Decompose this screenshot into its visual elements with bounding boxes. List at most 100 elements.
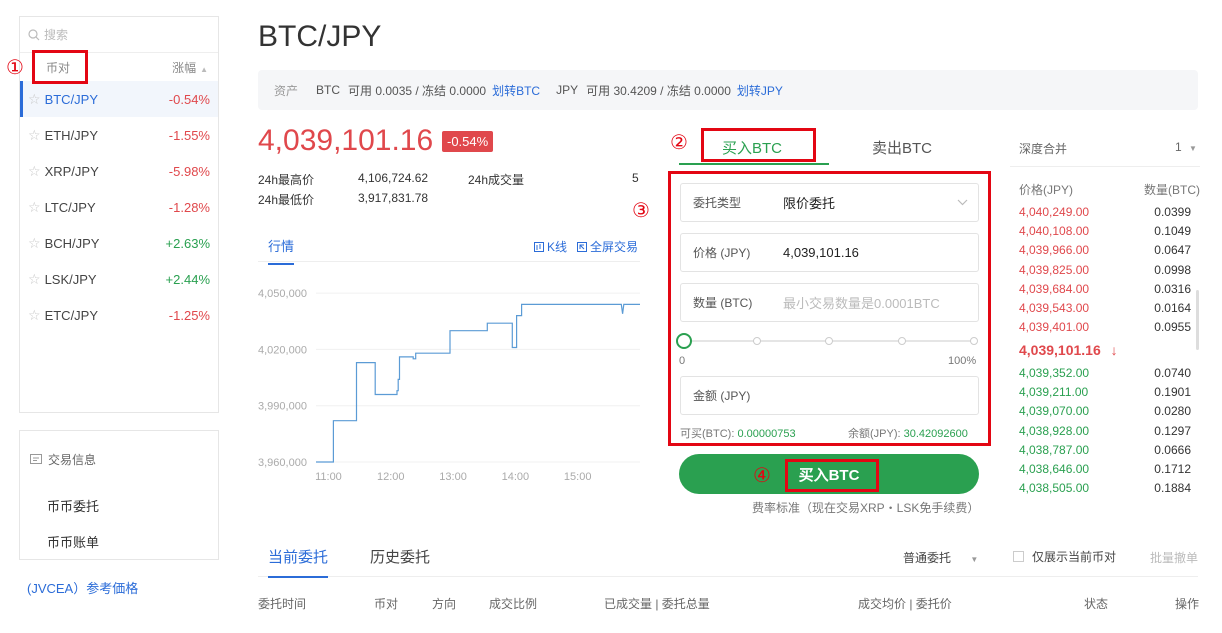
market-row[interactable]: ☆ XRP/JPY -5.98% (20, 153, 218, 189)
btc-code: BTC (316, 83, 341, 97)
change-badge: -0.54% (442, 131, 494, 152)
depth-merge-label: 深度合并 (1019, 142, 1068, 156)
bid-row[interactable]: 4,038,646.00 0.1712 (1019, 462, 1191, 476)
star-icon[interactable]: ☆ (28, 91, 41, 108)
info-item-spot-orders[interactable]: 币币委托 (20, 487, 218, 523)
tab-sell-btc[interactable]: 卖出BTC (872, 137, 932, 158)
chart-tab-row: 行情 K线 全屏交易 (258, 232, 640, 265)
high-value: 4,106,724.62 (358, 171, 429, 185)
only-current-pair-toggle[interactable]: 仅展示当前币对 (1013, 548, 1116, 565)
y-tick-label: 4,050,000 (258, 288, 307, 300)
ob-qty: 0.1884 (1154, 481, 1191, 496)
ob-price: 4,040,108.00 (1019, 224, 1090, 239)
market-row[interactable]: ☆ BTC/JPY -0.54% (20, 81, 218, 117)
star-icon[interactable]: ☆ (28, 271, 41, 288)
star-icon[interactable]: ☆ (28, 199, 41, 216)
fee-info-link[interactable]: 费率标准（现在交易XRP・LSK免手续费） (752, 499, 979, 516)
bid-row[interactable]: 4,039,070.00 0.0280 (1019, 404, 1191, 418)
high-label: 24h最高价 (258, 173, 315, 187)
volume-value: 5 (632, 171, 639, 185)
ob-price-header: 价格(JPY) (1019, 183, 1074, 197)
info-item-spot-bills[interactable]: 币币账单 (20, 523, 218, 559)
sort-icon[interactable]: ▲ (200, 65, 208, 74)
batch-cancel-button[interactable]: 批量撤单 (1150, 549, 1198, 566)
kline-link[interactable]: K线 (533, 238, 567, 255)
order-column-header: 币对 (374, 597, 399, 611)
ask-row[interactable]: 4,039,401.00 0.0955 (1019, 320, 1191, 334)
market-pair: BTC/JPY (44, 91, 99, 107)
kline-icon (533, 241, 544, 252)
order-type-filter[interactable]: 普通委托 ▼ (903, 549, 978, 566)
x-tick-label: 14:00 (502, 471, 530, 483)
tab-history-orders[interactable]: 历史委托 (370, 546, 430, 567)
only-current-label: 仅展示当前币对 (1032, 550, 1117, 564)
btc-balance: 可用 0.0035 / 冻结 0.0000 (348, 83, 487, 98)
market-change: +2.63% (165, 235, 210, 251)
order-column-header: 成交比例 (489, 597, 538, 611)
ob-qty: 0.0666 (1154, 442, 1191, 457)
market-row[interactable]: ☆ ETH/JPY -1.55% (20, 117, 218, 153)
market-search[interactable]: 搜索 (20, 17, 218, 53)
transfer-btc-link[interactable]: 划转BTC (492, 82, 540, 99)
ob-price: 4,039,070.00 (1019, 404, 1090, 419)
ask-row[interactable]: 4,039,684.00 0.0316 (1019, 282, 1191, 296)
star-icon[interactable]: ☆ (28, 307, 41, 324)
bid-row[interactable]: 4,038,505.00 0.1884 (1019, 481, 1191, 495)
checkbox[interactable] (1013, 551, 1024, 562)
annotation-box-1 (32, 50, 88, 84)
market-row[interactable]: ☆ LSK/JPY +2.44% (20, 261, 218, 297)
ob-qty: 0.1901 (1154, 385, 1191, 400)
ob-qty: 0.0164 (1154, 301, 1191, 315)
market-row[interactable]: ☆ BCH/JPY +2.63% (20, 225, 218, 261)
volume-label: 24h成交量 (468, 173, 525, 187)
kline-label: K线 (546, 240, 567, 254)
orderbook-scrollbar[interactable] (1196, 290, 1199, 350)
bid-row[interactable]: 4,038,787.00 0.0666 (1019, 443, 1191, 457)
ask-row[interactable]: 4,040,249.00 0.0399 (1019, 205, 1191, 219)
col-change[interactable]: 涨幅 ▲ (172, 59, 208, 76)
market-change: -1.28% (168, 199, 210, 215)
market-change: -0.54% (168, 91, 210, 107)
last-price: 4,039,101.16 (258, 124, 434, 157)
market-change: -1.25% (168, 307, 210, 323)
fullscreen-link[interactable]: 全屏交易 (576, 238, 638, 255)
ask-row[interactable]: 4,039,543.00 0.0164 (1019, 301, 1191, 315)
ask-row[interactable]: 4,039,966.00 0.0647 (1019, 243, 1191, 257)
price-chart: 4,050,000 4,020,000 3,990,000 3,960,000 11:0… (258, 288, 640, 483)
ob-qty: 0.0998 (1154, 262, 1191, 277)
market-row[interactable]: ☆ ETC/JPY -1.25% (20, 297, 218, 333)
order-filter-value: 普通委托 (903, 551, 952, 565)
y-tick-label: 3,990,000 (258, 401, 307, 413)
low-label: 24h最低价 (258, 193, 315, 207)
market-pair: XRP/JPY (44, 163, 99, 179)
bid-row[interactable]: 4,039,211.00 0.1901 (1019, 385, 1191, 399)
assets-label: 资产 (274, 83, 299, 98)
ob-price: 4,039,543.00 (1019, 301, 1090, 315)
fullscreen-label: 全屏交易 (589, 240, 638, 254)
fullscreen-icon (576, 241, 587, 252)
orders-tab-row: 当前委托 历史委托 普通委托 ▼ 仅展示当前币对 批量撤单 (258, 539, 1198, 578)
ob-price: 4,038,646.00 (1019, 462, 1090, 476)
bid-row[interactable]: 4,038,928.00 0.1297 (1019, 424, 1191, 438)
star-icon[interactable]: ☆ (28, 127, 41, 144)
buy-tab-underline (679, 163, 829, 165)
market-row[interactable]: ☆ LTC/JPY -1.28% (20, 189, 218, 225)
order-column-header: 成交均价 | 委托价 (858, 597, 952, 611)
y-tick-label: 4,020,000 (258, 344, 307, 356)
tab-market[interactable]: 行情 (268, 236, 295, 265)
order-column-header: 方向 (432, 597, 457, 611)
ask-row[interactable]: 4,039,825.00 0.0998 (1019, 263, 1191, 277)
bid-row[interactable]: 4,039,352.00 0.0740 (1019, 366, 1191, 380)
jvcea-reference-link[interactable]: (JVCEA）参考価格 (27, 578, 138, 597)
star-icon[interactable]: ☆ (28, 163, 41, 180)
transfer-jpy-link[interactable]: 划转JPY (737, 82, 783, 99)
market-pair: ETH/JPY (44, 127, 99, 143)
list-icon (30, 454, 42, 464)
ask-row[interactable]: 4,040,108.00 0.1049 (1019, 224, 1191, 238)
star-icon[interactable]: ☆ (28, 235, 41, 252)
depth-merge-value: 1 (1175, 140, 1182, 154)
tab-current-orders[interactable]: 当前委托 (268, 546, 329, 578)
annotation-3: ③ (632, 200, 650, 222)
depth-merge-select[interactable]: 1 ▼ (1175, 140, 1197, 154)
trade-info-title: 交易信息 (20, 431, 218, 487)
